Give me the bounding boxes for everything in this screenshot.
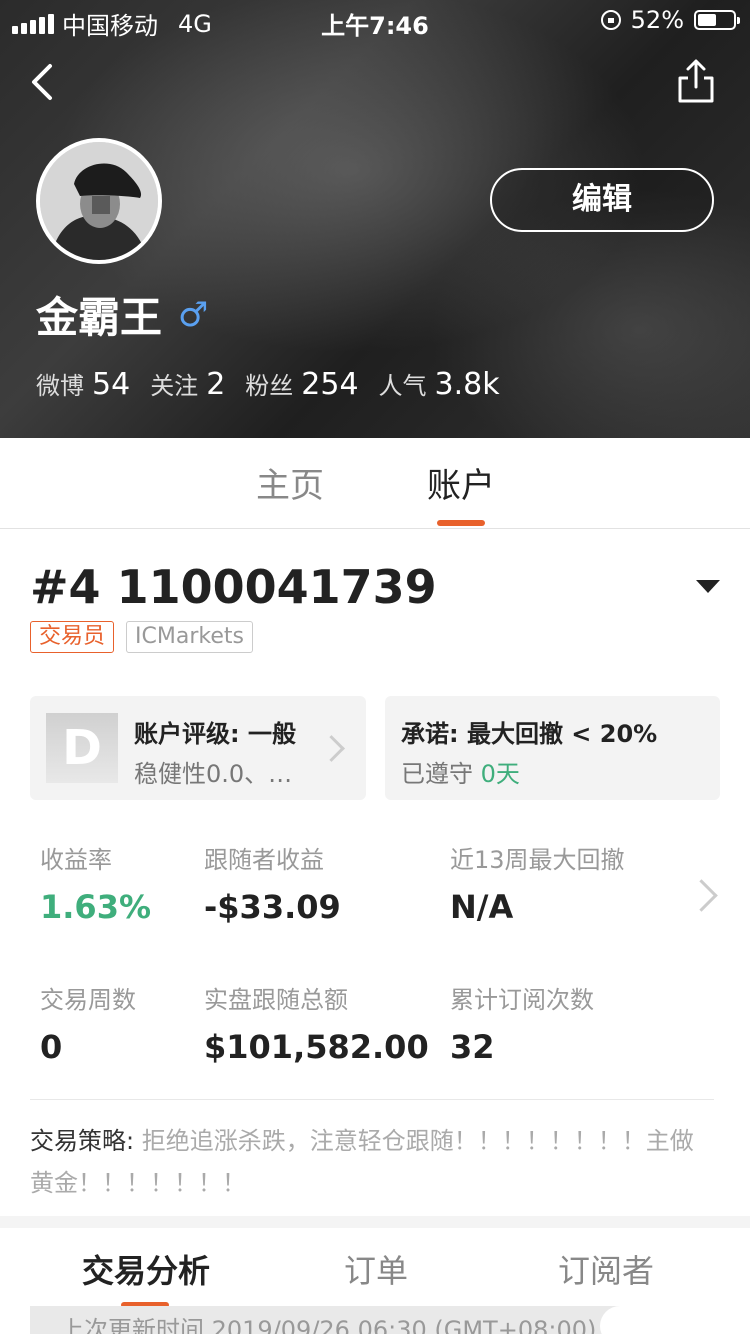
status-bar: 中国移动 4G 上午7:46 52%	[0, 0, 750, 40]
stat-value[interactable]: 2	[206, 367, 225, 402]
stat-label[interactable]: 粉丝	[245, 366, 293, 401]
section-gap	[0, 1216, 750, 1228]
analysis-tabs: 交易分析 订单 订阅者	[0, 1228, 750, 1308]
metric-label: 实盘跟随总额	[204, 986, 348, 1014]
strategy-label: 交易策略:	[30, 1127, 135, 1155]
profile-tabs: 主页 账户	[0, 438, 750, 529]
stat-label: 人气	[378, 372, 427, 400]
role-badge: 交易员	[30, 621, 115, 653]
metric-value: -$33.09	[204, 888, 341, 926]
stat-label[interactable]: 关注	[150, 366, 198, 401]
edit-profile-button[interactable]: 编辑	[490, 168, 714, 232]
promise-kept-value: 0天	[480, 760, 520, 788]
metric-label: 累计订阅次数	[450, 986, 594, 1014]
toggle-switch[interactable]	[600, 1306, 720, 1334]
grade-badge: D	[46, 713, 118, 783]
metric-value: 32	[450, 1028, 495, 1066]
metric-label: 近13周最大回撤	[450, 846, 625, 874]
stat-label[interactable]: 微博	[36, 366, 84, 401]
user-name: 金霸王	[36, 293, 163, 342]
avatar[interactable]	[36, 138, 162, 264]
chevron-right-icon	[318, 735, 345, 762]
metric-label: 跟随者收益	[204, 846, 324, 874]
divider	[30, 1099, 714, 1100]
gender-male-icon: ♂	[178, 294, 209, 335]
metric-label: 收益率	[40, 846, 112, 874]
promise-card: 承诺: 最大回撤 < 20% 已遵守 0天	[385, 696, 720, 800]
profile-stats: 微博 54 关注 2 粉丝 254 人气 3.8k	[36, 366, 520, 402]
strategy-text: 交易策略: 拒绝追涨杀跌，注意轻仓跟随！！！！！！！！主做黄金！！！！！！！	[30, 1120, 710, 1204]
update-bar: 上次更新时间 2019/09/26 06:30 (GMT+08:00)	[30, 1306, 720, 1334]
metric-value: N/A	[450, 888, 514, 926]
rotation-lock-icon	[600, 10, 621, 30]
account-dropdown-icon[interactable]	[696, 580, 720, 593]
metric-value: $101,582.00	[204, 1028, 429, 1066]
last-updated-text: 上次更新时间 2019/09/26 06:30 (GMT+08:00)	[60, 1316, 597, 1334]
metric-label: 交易周数	[40, 986, 136, 1014]
broker-badge: ICMarkets	[126, 621, 253, 653]
tab-subscribers[interactable]: 订阅者	[558, 1246, 654, 1292]
profile-header: 中国移动 4G 上午7:46 52% 编辑 金霸王 ♂ 微博 54 关注 2 粉…	[0, 0, 750, 438]
share-icon[interactable]	[676, 58, 716, 104]
battery-percent: 52%	[630, 6, 684, 34]
tab-orders[interactable]: 订单	[344, 1246, 408, 1292]
rating-subtitle: 稳健性0.0、…	[134, 760, 293, 788]
account-title: #4 1100041739	[30, 560, 437, 614]
account-rating-card[interactable]: D 账户评级: 一般 稳健性0.0、…	[30, 696, 366, 800]
stat-value: 3.8k	[434, 367, 500, 402]
tab-account[interactable]: 账户	[427, 458, 495, 507]
tab-home[interactable]: 主页	[256, 458, 324, 507]
tab-trade-analysis[interactable]: 交易分析	[82, 1246, 210, 1292]
promise-title: 承诺: 最大回撤 < 20%	[401, 720, 658, 748]
stat-value[interactable]: 254	[301, 367, 358, 402]
metric-value: 0	[40, 1028, 63, 1066]
chevron-right-icon	[685, 879, 718, 912]
promise-kept-label: 已遵守	[401, 760, 473, 788]
battery-icon	[694, 10, 740, 30]
rating-title: 账户评级: 一般	[134, 720, 296, 748]
tab-indicator	[437, 520, 485, 526]
stat-value[interactable]: 54	[92, 367, 130, 402]
avatar-photo	[40, 142, 158, 260]
back-icon[interactable]	[26, 60, 66, 104]
metric-value: 1.63%	[40, 888, 152, 926]
